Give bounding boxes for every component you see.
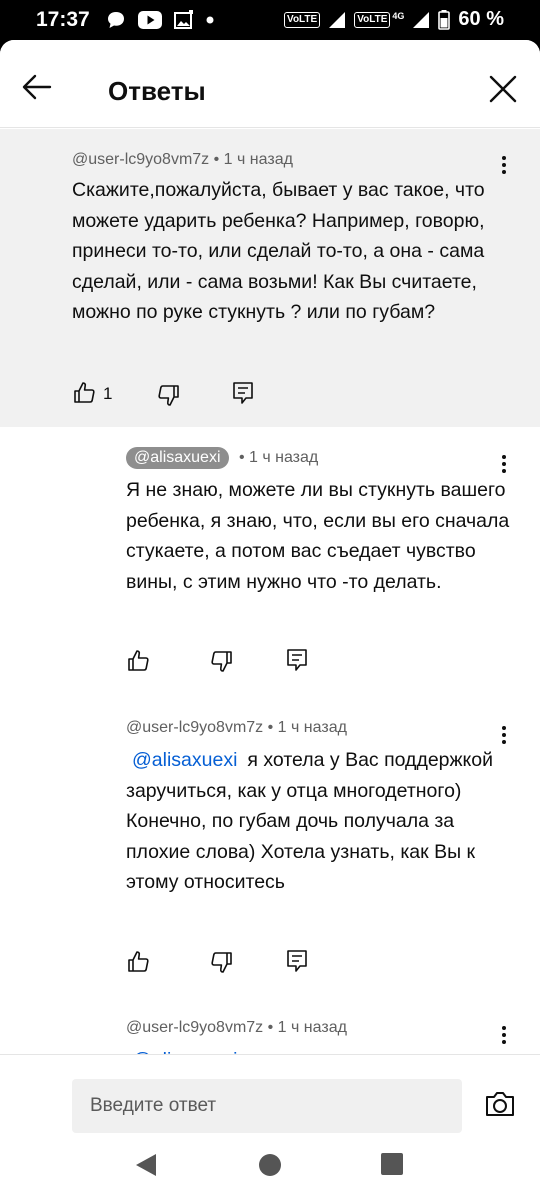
signal-icon-2 (413, 11, 430, 28)
nav-recents-icon[interactable] (381, 1153, 403, 1175)
dislike-icon[interactable] (210, 950, 234, 974)
reply-input[interactable]: Введите ответ (72, 1079, 462, 1133)
camera-icon[interactable] (484, 1091, 516, 1117)
comment-time: • 1 ч назад (213, 151, 293, 168)
nav-home-icon[interactable] (258, 1153, 282, 1177)
notification-icons (106, 10, 214, 30)
replies-header: Ответы (0, 40, 540, 128)
comment-author-chip[interactable]: @alisaxuexi (126, 447, 229, 469)
dislike-icon[interactable] (157, 383, 181, 407)
reply-input-placeholder: Введите ответ (90, 1095, 217, 1116)
more-options-icon[interactable] (498, 453, 510, 477)
comment-author[interactable]: @user-lc9yo8vm7z (126, 1019, 263, 1036)
system-nav-bar (0, 1146, 540, 1200)
comment-text: Я не знаю, можете ли вы стукнуть вашего … (126, 479, 510, 593)
gallery-icon (174, 10, 193, 29)
like-icon[interactable] (126, 649, 150, 673)
reply-icon[interactable] (232, 381, 254, 405)
battery-percent: 60 % (458, 8, 504, 30)
system-icons: VoLTE VoLTE 4G 60 % (284, 8, 504, 31)
reply-meta: @user-lc9yo8vm7z • 1 ч назад (126, 1019, 347, 1037)
comment-author[interactable]: @user-lc9yo8vm7z (126, 719, 263, 736)
dislike-icon[interactable] (210, 649, 234, 673)
comment-time: • 1 ч назад (238, 449, 319, 466)
volte-badge: VoLTE (284, 11, 321, 28)
battery-icon (438, 9, 451, 30)
reply-item: @user-lc9yo8vm7z • 1 ч назад @alisaxuexi… (0, 707, 540, 997)
signal-icon (329, 11, 346, 28)
reply-meta: @user-lc9yo8vm7z • 1 ч назад (126, 719, 347, 737)
back-arrow-icon[interactable] (22, 74, 52, 100)
parent-comment: @user-lc9yo8vm7z • 1 ч назад Скажите,пож… (0, 129, 540, 427)
mention-link[interactable]: @alisaxuexi (132, 749, 237, 771)
comment-text: Скажите,пожалуйста, бывает у вас такое, … (72, 179, 485, 323)
replies-sheet: Ответы @user-lc9yo8vm7z • 1 ч назад Скаж… (0, 40, 540, 1146)
page-title: Ответы (108, 76, 206, 106)
volte-badge-2: VoLTE (354, 11, 391, 28)
status-time: 17:37 (36, 8, 90, 31)
wifi-off-icon (206, 16, 214, 24)
youtube-icon (138, 11, 162, 29)
like-icon[interactable] (72, 381, 96, 405)
comment-time: • 1 ч назад (267, 719, 347, 736)
close-icon[interactable] (488, 74, 518, 104)
status-bar: 17:37 VoLTE VoLTE 4G 60 % (0, 0, 540, 40)
like-count: 1 (103, 384, 113, 403)
comment-time: • 1 ч назад (267, 1019, 347, 1036)
network-type: 4G (392, 10, 405, 21)
like-icon[interactable] (126, 950, 150, 974)
reply-icon[interactable] (286, 949, 308, 973)
comment-text: @alisaxuexi я хотела у Вас поддержкой зар… (126, 745, 516, 898)
parent-comment-meta: @user-lc9yo8vm7z • 1 ч назад (72, 151, 293, 169)
chat-bubble-icon (108, 12, 124, 28)
nav-back-icon[interactable] (134, 1152, 158, 1178)
comment-author[interactable]: @user-lc9yo8vm7z (72, 151, 209, 168)
reply-item: @alisaxuexi • 1 ч назад Я не знаю, может… (0, 427, 540, 687)
reply-meta: @alisaxuexi • 1 ч назад (126, 447, 318, 469)
reply-icon[interactable] (286, 648, 308, 672)
reply-composer: Введите ответ (0, 1054, 540, 1146)
